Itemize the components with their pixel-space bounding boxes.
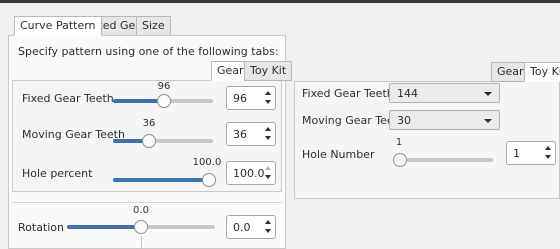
spinbox-buttons <box>262 218 273 236</box>
spinbox-value: 96 <box>233 92 247 105</box>
toykit-fixed-gear-teeth-combo[interactable]: 144 <box>389 83 500 103</box>
slider-center-tick <box>141 236 142 249</box>
hole-number-label: Hole Number <box>302 148 375 161</box>
subtab-toy-kit[interactable]: Toy Kit <box>244 61 293 81</box>
rotation-slider[interactable] <box>67 217 215 237</box>
tab-size[interactable]: Size <box>136 16 171 36</box>
combo-value: 30 <box>397 114 411 127</box>
spinbox-buttons <box>542 144 553 162</box>
spinbox-buttons <box>262 89 273 107</box>
decrement-arrow-icon[interactable] <box>542 153 553 162</box>
rotation-spinbox[interactable]: 0.0 <box>226 215 276 239</box>
increment-arrow-icon[interactable] <box>262 218 273 227</box>
moving-gear-teeth-spinbox[interactable]: 36 <box>226 122 276 146</box>
moving-gear-teeth-slider-value: 36 <box>142 118 156 129</box>
spinbox-value: 36 <box>233 128 247 141</box>
combo-value: 144 <box>397 87 418 100</box>
hole-number-slider-value: 1 <box>395 137 403 148</box>
fixed-gear-teeth-spinbox[interactable]: 96 <box>226 86 276 110</box>
spinbox-value: 0.0 <box>233 221 251 234</box>
increment-arrow-icon[interactable] <box>542 144 553 153</box>
rotation-label: Rotation <box>18 221 65 234</box>
toykit-moving-gear-teeth-combo[interactable]: 30 <box>389 110 500 130</box>
moving-gear-teeth-slider[interactable] <box>113 131 213 151</box>
decrement-arrow-icon[interactable] <box>262 173 273 182</box>
chevron-down-icon <box>484 119 492 123</box>
tab-curve-pattern[interactable]: Curve Pattern <box>14 16 102 36</box>
decrement-arrow-icon[interactable] <box>262 98 273 107</box>
slider-fill <box>67 225 141 229</box>
separator <box>12 202 282 203</box>
slider-fill <box>113 178 209 182</box>
hole-number-spinbox[interactable]: 1 <box>506 141 556 165</box>
spinbox-value: 100.0 <box>233 167 265 180</box>
slider-knob[interactable] <box>142 134 156 148</box>
toykit-fixed-gear-teeth-label: Fixed Gear Teeth <box>302 87 394 100</box>
chevron-down-icon <box>484 92 492 96</box>
hole-percent-slider-value: 100.0 <box>192 157 222 168</box>
fixed-gear-teeth-label: Fixed Gear Teeth <box>22 92 114 105</box>
moving-gear-teeth-label: Moving Gear Teeth <box>22 128 125 141</box>
hole-percent-spinbox[interactable]: 100.0 <box>226 161 276 185</box>
hole-percent-slider[interactable] <box>113 170 216 190</box>
spinbox-value: 1 <box>513 147 520 160</box>
slider-knob[interactable] <box>393 153 407 167</box>
slider-track <box>397 158 493 162</box>
hole-number-slider[interactable] <box>393 150 493 170</box>
window-top-edge <box>0 0 560 3</box>
decrement-arrow-icon[interactable] <box>262 134 273 143</box>
instruction-text: Specify pattern using one of the followi… <box>18 45 279 58</box>
slider-knob[interactable] <box>134 220 148 234</box>
fixed-gear-teeth-slider[interactable] <box>113 91 213 111</box>
rotation-slider-value: 0.0 <box>133 205 149 216</box>
increment-arrow-icon[interactable] <box>262 164 273 173</box>
spinbox-buttons <box>262 125 273 143</box>
increment-arrow-icon[interactable] <box>262 89 273 98</box>
spinbox-buttons <box>262 164 273 182</box>
increment-arrow-icon[interactable] <box>262 125 273 134</box>
hole-percent-label: Hole percent <box>22 167 93 180</box>
right-subtab-toy-kit[interactable]: Toy Kit <box>524 62 560 82</box>
slider-knob[interactable] <box>202 173 216 187</box>
slider-knob[interactable] <box>157 94 171 108</box>
decrement-arrow-icon[interactable] <box>262 227 273 236</box>
